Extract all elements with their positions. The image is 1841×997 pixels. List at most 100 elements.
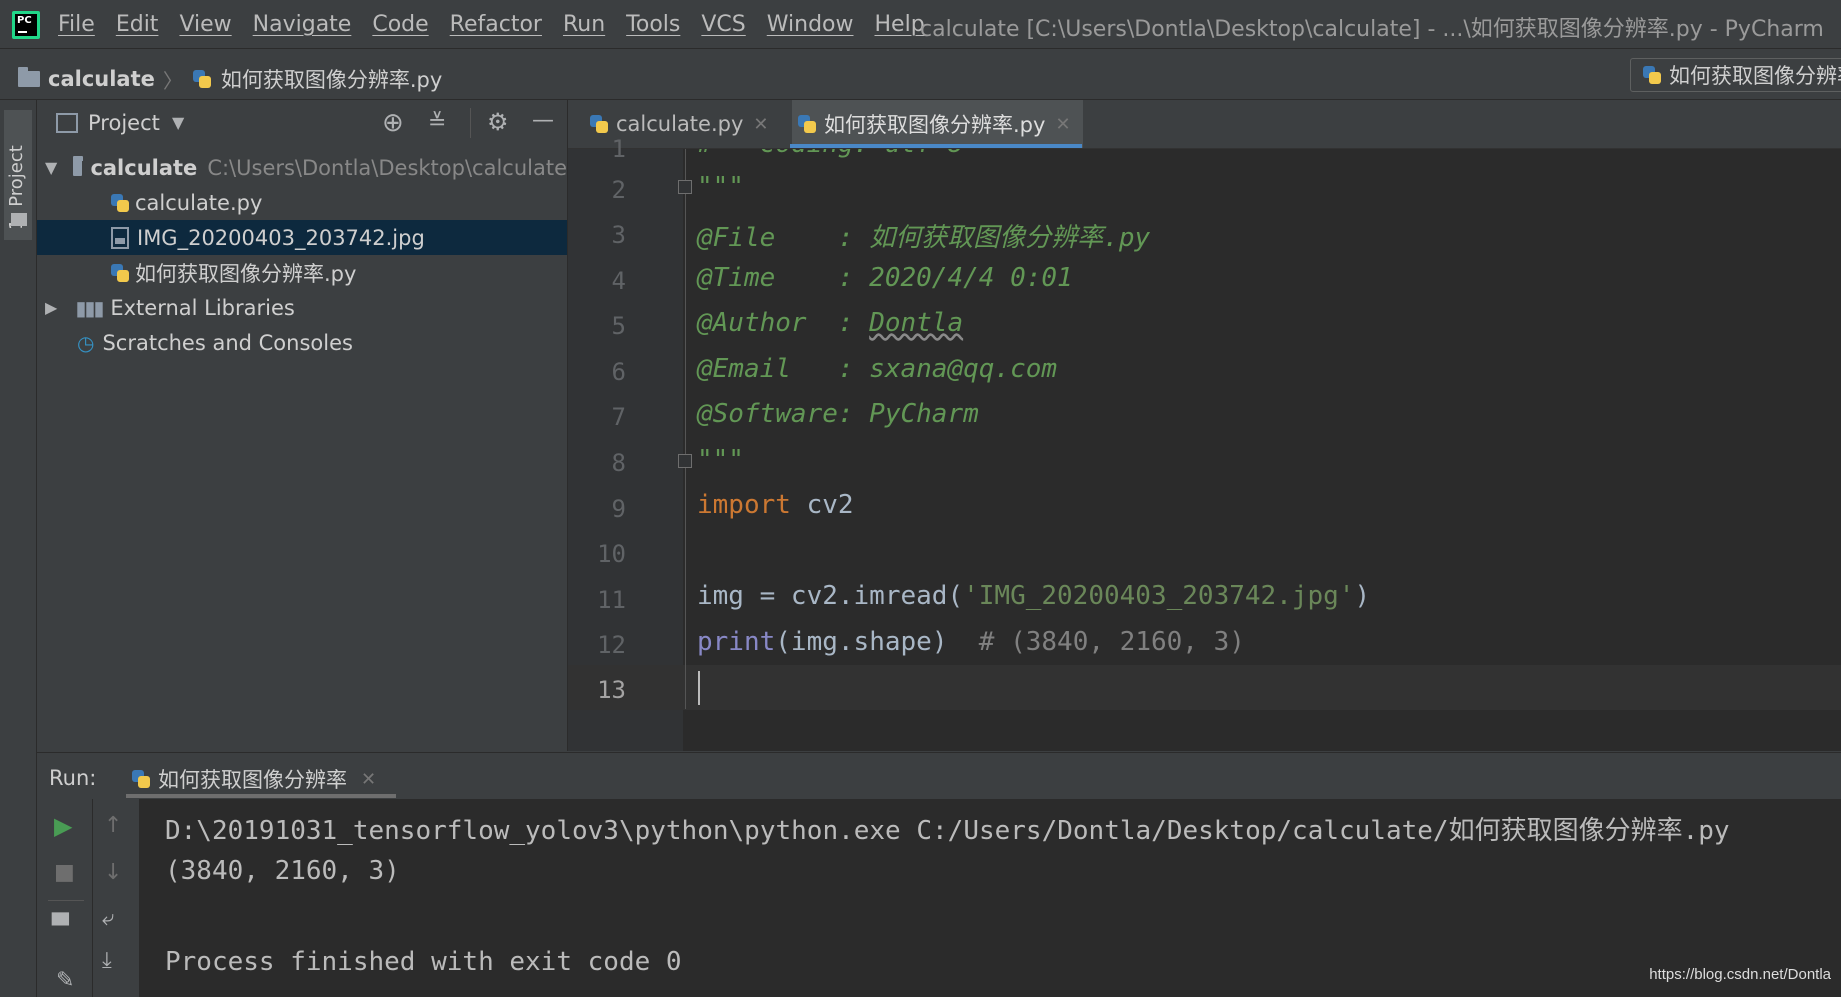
- close-icon[interactable]: ✕: [1055, 114, 1070, 135]
- pin-icon[interactable]: ✎: [56, 970, 74, 992]
- run-tab-label: 如何获取图像分辨率: [158, 768, 347, 792]
- expand-arrow-icon[interactable]: ▶: [45, 298, 57, 317]
- line-number-current: 13: [597, 676, 626, 704]
- tab-label: 如何获取图像分辨率.py: [824, 113, 1046, 137]
- fold-marker-icon[interactable]: [678, 180, 692, 194]
- image-file-icon: [111, 226, 129, 249]
- toolbar-separator: [48, 900, 84, 901]
- project-tool-window-label[interactable]: 1: Project: [6, 110, 27, 230]
- close-icon[interactable]: ✕: [361, 769, 376, 790]
- menu-refactor[interactable]: Refactor: [450, 12, 542, 37]
- project-stripe-folder-icon: [11, 213, 27, 226]
- code-line-7: @Software: PyCharm: [697, 399, 979, 429]
- breadcrumb-separator-icon: 〉: [162, 68, 183, 93]
- stop-icon[interactable]: ■: [54, 862, 75, 884]
- menu-file[interactable]: File: [58, 12, 95, 37]
- menu-navigate[interactable]: Navigate: [253, 12, 352, 37]
- layout-icon[interactable]: ▀: [52, 916, 69, 938]
- rerun-play-icon[interactable]: ▶: [54, 814, 72, 838]
- hide-panel-icon[interactable]: —: [532, 110, 554, 132]
- main-menu: File Edit View Navigate Code Refactor Ru…: [58, 0, 946, 48]
- menu-window[interactable]: Window: [767, 12, 854, 37]
- window-title: calculate [C:\Users\Dontla\Desktop\calcu…: [920, 17, 1824, 42]
- python-run-icon: [130, 768, 152, 790]
- text-caret: [698, 671, 700, 705]
- tab-active-file[interactable]: 如何获取图像分辨率.py ✕: [792, 100, 1083, 148]
- line-number: 12: [597, 631, 626, 659]
- code-line-1-clip: # coding: utf-8: [683, 149, 1841, 167]
- line-number: 9: [611, 495, 626, 523]
- pycharm-logo-icon: PC: [12, 11, 40, 39]
- code-text: img = cv2.imread(: [697, 581, 964, 611]
- code-line-4: @Time : 2020/4/4 0:01: [697, 263, 1073, 293]
- collapse-all-icon[interactable]: ≚: [428, 112, 446, 134]
- menu-edit[interactable]: Edit: [116, 12, 159, 37]
- scratches-icon: ◷: [77, 330, 95, 355]
- code-line-2: """: [697, 172, 744, 202]
- tree-root-path: C:\Users\Dontla\Desktop\calculate: [207, 155, 567, 180]
- code-author-value: Dontla: [869, 308, 964, 338]
- tree-row-root[interactable]: ▼ calculate C:\Users\Dontla\Desktop\calc…: [37, 150, 567, 185]
- code-line-1: # coding: utf-8: [697, 149, 963, 159]
- run-toolbar-divider: [92, 799, 93, 997]
- close-icon[interactable]: ✕: [753, 114, 768, 135]
- line-number: 10: [597, 540, 626, 568]
- project-view-icon: [56, 113, 78, 133]
- menu-view[interactable]: View: [179, 12, 231, 37]
- tree-row-file[interactable]: calculate.py: [37, 185, 567, 220]
- comment: # (3840, 2160, 3): [978, 627, 1245, 657]
- code-line-9: import cv2: [697, 490, 854, 520]
- expand-arrow-icon[interactable]: ▼: [45, 158, 57, 177]
- tree-file-name: IMG_20200403_203742.jpg: [137, 225, 425, 250]
- line-number: 5: [611, 312, 626, 340]
- menu-run[interactable]: Run: [563, 12, 605, 37]
- run-toolbar: [37, 799, 140, 997]
- menu-tools[interactable]: Tools: [626, 12, 680, 37]
- gear-icon[interactable]: ⚙: [487, 110, 509, 134]
- line-number: 3: [611, 221, 626, 249]
- scroll-to-end-icon[interactable]: ⤓: [102, 950, 112, 972]
- menu-help[interactable]: Help: [875, 12, 925, 37]
- breadcrumb-project[interactable]: calculate: [48, 67, 155, 91]
- python-file-icon: [796, 113, 818, 135]
- code-text: (img.shape): [775, 627, 979, 657]
- code-line-6: @Email : sxana@qq.com: [697, 354, 1058, 384]
- project-panel-title[interactable]: Project: [88, 111, 160, 135]
- soft-wrap-icon[interactable]: ⤶: [102, 908, 114, 930]
- line-number: 8: [611, 449, 626, 477]
- logo-text: PC: [17, 15, 32, 26]
- folder-icon: [73, 155, 84, 176]
- folder-icon: [18, 67, 40, 87]
- menu-code[interactable]: Code: [372, 12, 428, 37]
- down-arrow-icon[interactable]: ↓: [104, 862, 122, 884]
- console-line: (3840, 2160, 3): [165, 856, 400, 886]
- view-dropdown-chevron-down-icon[interactable]: ▼: [172, 113, 184, 132]
- tree-row-external-libraries[interactable]: ▶ ▮▮▮ External Libraries: [37, 290, 567, 325]
- run-config-label: 如何获取图像分辨率: [1669, 64, 1841, 88]
- tree-row-file[interactable]: 如何获取图像分辨率.py: [37, 255, 567, 290]
- run-tab[interactable]: 如何获取图像分辨率 ✕: [130, 764, 376, 794]
- run-configuration-selector[interactable]: 如何获取图像分辨率: [1630, 58, 1841, 92]
- string-literal: 'IMG_20200403_203742.jpg': [963, 581, 1355, 611]
- locate-file-icon[interactable]: ⊕: [382, 110, 404, 136]
- fold-marker-icon[interactable]: [678, 454, 692, 468]
- python-file-icon: [191, 68, 213, 90]
- current-line-highlight: [568, 665, 1841, 710]
- line-number: 4: [611, 267, 626, 295]
- toolbar-divider: [470, 108, 471, 138]
- line-number: 11: [597, 586, 626, 614]
- tree-row-file-selected[interactable]: IMG_20200403_203742.jpg: [37, 220, 567, 255]
- line-number: 7: [611, 403, 626, 431]
- run-label: Run:: [49, 766, 97, 790]
- code-line-5: @Author : Dontla: [697, 308, 963, 338]
- keyword: import: [697, 490, 791, 520]
- menu-vcs[interactable]: VCS: [701, 12, 745, 37]
- code-line-3: @File : 如何获取图像分辨率.py: [697, 223, 1151, 253]
- breadcrumb: calculate 〉 如何获取图像分辨率.py: [18, 64, 442, 94]
- tree-row-scratches[interactable]: ◷ Scratches and Consoles: [37, 325, 567, 360]
- up-arrow-icon[interactable]: ↑: [104, 815, 122, 837]
- python-run-config-icon: [1641, 64, 1663, 86]
- breadcrumb-file[interactable]: 如何获取图像分辨率.py: [221, 64, 442, 94]
- watermark: https://blog.csdn.net/Dontla: [1649, 966, 1831, 983]
- tree-file-name: 如何获取图像分辨率.py: [135, 261, 357, 286]
